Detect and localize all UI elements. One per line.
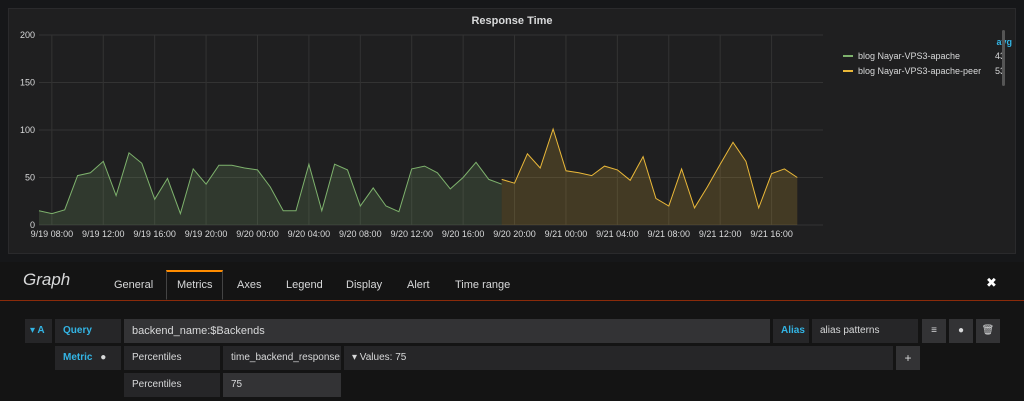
x-tick-label-0: 9/19 08:00 <box>31 229 74 239</box>
series-area-0 <box>39 152 502 225</box>
menu-icon[interactable]: ≡ <box>922 319 946 343</box>
tab-axes[interactable]: Axes <box>227 271 271 299</box>
x-tick-label-5: 9/20 04:00 <box>288 229 331 239</box>
legend-scrollbar[interactable] <box>1002 30 1005 86</box>
x-tick-label-1: 9/19 12:00 <box>82 229 125 239</box>
percentiles-label: Percentiles <box>124 373 220 397</box>
add-metric-button[interactable]: + <box>896 346 920 370</box>
percentiles-row: Percentiles 75 <box>0 373 1024 397</box>
x-tick-label-11: 9/21 04:00 <box>596 229 639 239</box>
tab-legend[interactable]: Legend <box>276 271 333 299</box>
tab-general[interactable]: General <box>104 271 163 299</box>
metric-row: Metric ● Percentiles time_backend_respon… <box>0 346 1024 370</box>
legend-item-apache-peer[interactable]: blog Nayar-VPS3-apache-peer 53 <box>837 64 1009 78</box>
metric-options-toggle[interactable]: ▾ Values: 75 <box>344 346 893 370</box>
editor-title: Graph <box>23 270 71 289</box>
eye-icon[interactable]: ● <box>949 319 973 343</box>
query-ref-toggle[interactable]: ▾ A <box>25 319 52 343</box>
x-tick-label-13: 9/21 12:00 <box>699 229 742 239</box>
tab-display[interactable]: Display <box>336 271 392 299</box>
response-time-chart: 0501001502009/19 08:00 9/19 12:00 9/19 16:… <box>20 30 823 239</box>
x-tick-label-12: 9/21 08:00 <box>647 229 690 239</box>
query-row: ▾ A Query backend_name:$Backends Alias a… <box>0 319 1024 343</box>
trash-icon[interactable]: 🗑 <box>976 319 1000 343</box>
y-tick-label-200: 200 <box>20 30 35 40</box>
metric-aggregation[interactable]: Percentiles <box>124 346 220 370</box>
graph-panel: Response Time 0 50 100 150 200 9/19 08:00 9/19… <box>8 8 1016 254</box>
legend-name-apache[interactable]: blog Nayar-VPS3-apache <box>858 49 960 63</box>
x-tick-label-8: 9/20 16:00 <box>442 229 485 239</box>
percentiles-input[interactable]: 75 <box>223 373 341 397</box>
editor-header: Graph General Metrics Axes Legend Displa… <box>0 262 1024 301</box>
y-tick-label-150: 150 <box>20 78 35 88</box>
eye-icon[interactable]: ● <box>100 352 106 363</box>
legend-swatch-apache-peer[interactable] <box>843 70 853 72</box>
legend-item-apache[interactable]: blog Nayar-VPS3-apache 43 <box>837 49 1009 63</box>
y-tick-label-100: 100 <box>20 125 35 135</box>
tab-time-range[interactable]: Time range <box>445 271 520 299</box>
x-tick-label-14: 9/21 16:00 <box>750 229 793 239</box>
x-tick-label-3: 9/19 20:00 <box>185 229 228 239</box>
query-input[interactable]: backend_name:$Backends <box>124 319 770 343</box>
x-tick-label-7: 9/20 12:00 <box>390 229 433 239</box>
tab-alert[interactable]: Alert <box>397 271 440 299</box>
legend-swatch-apache[interactable] <box>843 55 853 57</box>
alias-input[interactable]: alias patterns <box>812 319 918 343</box>
legend-name-apache-peer[interactable]: blog Nayar-VPS3-apache-peer <box>858 64 981 78</box>
query-label: Query <box>55 319 121 343</box>
y-tick-label-50: 50 <box>25 173 35 183</box>
metric-label-text: Metric <box>63 352 93 363</box>
metric-field[interactable]: time_backend_response <box>223 346 341 370</box>
x-tick-label-2: 9/19 16:00 <box>133 229 176 239</box>
panel-editor: Graph General Metrics Axes Legend Displa… <box>0 262 1024 401</box>
x-tick-label-4: 9/20 00:00 <box>236 229 279 239</box>
x-tick-label-10: 9/21 00:00 <box>545 229 588 239</box>
x-tick-label-9: 9/20 20:00 <box>493 229 536 239</box>
alias-label: Alias <box>773 319 809 343</box>
x-tick-label-6: 9/20 08:00 <box>339 229 382 239</box>
close-icon[interactable]: ✖ <box>986 275 997 291</box>
tab-metrics[interactable]: Metrics <box>166 270 224 300</box>
metric-label: Metric ● <box>55 346 121 370</box>
